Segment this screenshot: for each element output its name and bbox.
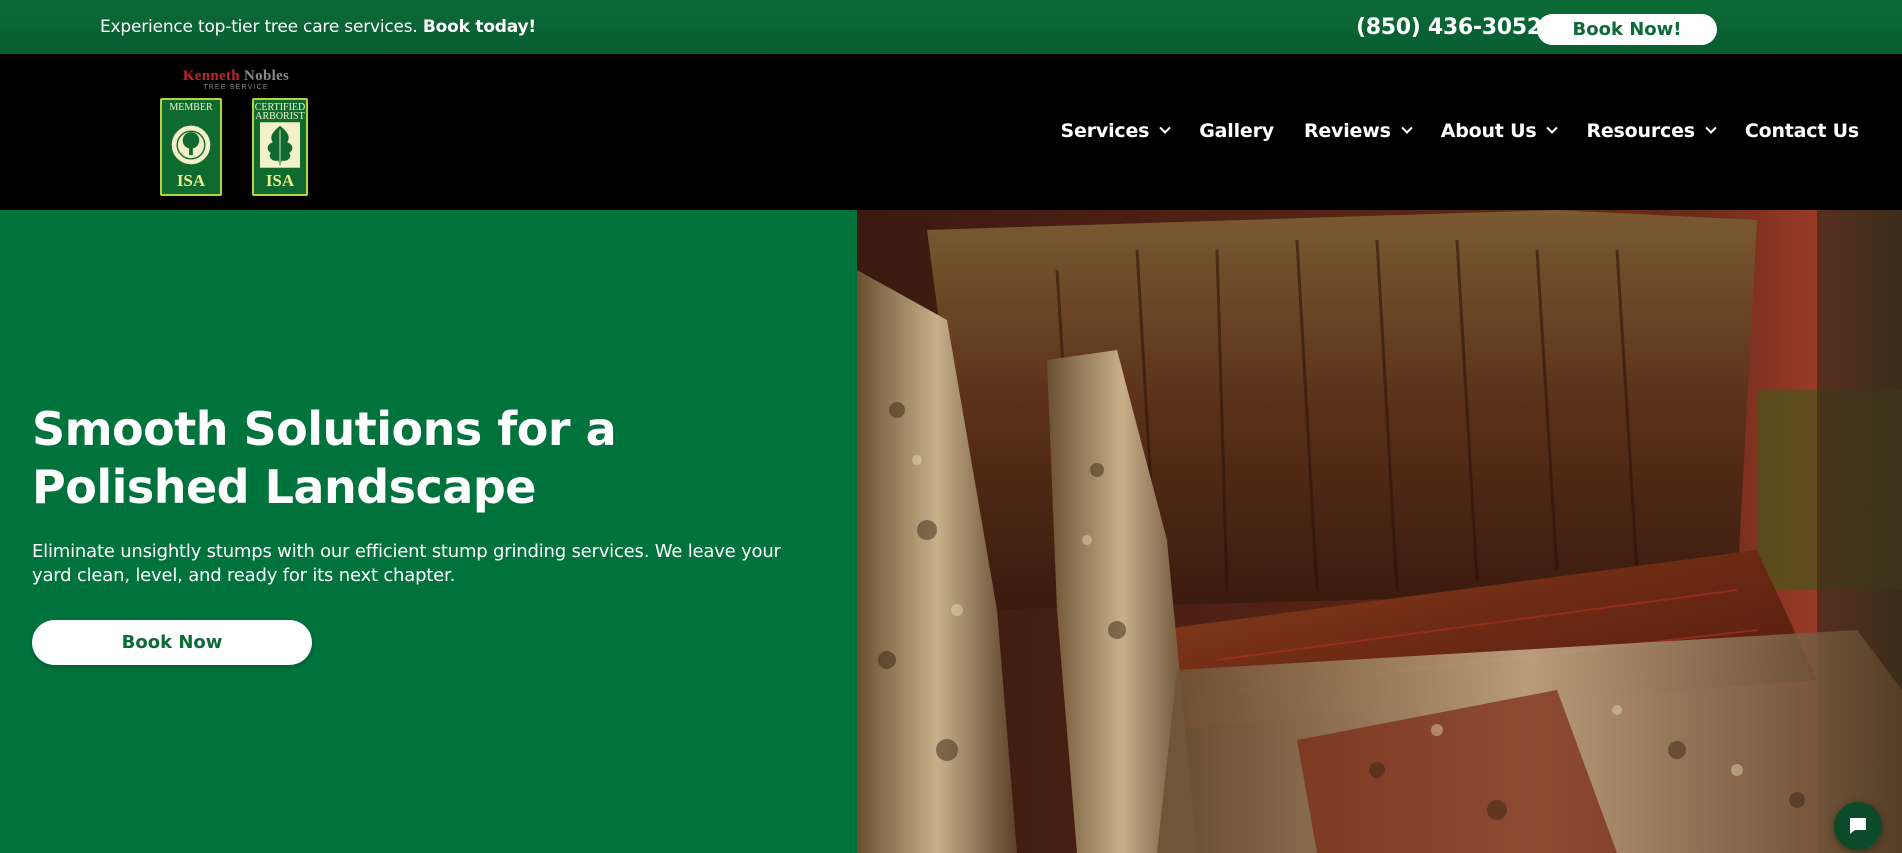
hero-title: Smooth Solutions for a Polished Landscap… xyxy=(32,402,617,514)
nav-item-about-us[interactable]: About Us xyxy=(1440,120,1559,142)
top-bar: Experience top-tier tree care services. … xyxy=(0,0,1902,54)
chevron-down-icon xyxy=(1159,122,1171,134)
nav-item-label: Reviews xyxy=(1303,120,1391,142)
tree-seal-icon xyxy=(169,123,213,167)
hero-book-now-button[interactable]: Book Now xyxy=(32,620,312,665)
promo-text-bold[interactable]: Book today! xyxy=(423,17,536,37)
badge-member-caption: MEMBER xyxy=(169,102,213,113)
nav-item-reviews[interactable]: Reviews xyxy=(1303,120,1413,142)
chat-bubble-icon xyxy=(1850,818,1866,834)
badge-isa-label-2: ISA xyxy=(265,171,295,190)
logo-subtitle: TREE SERVICE xyxy=(203,84,269,91)
nav-item-label: Gallery xyxy=(1199,120,1274,142)
nav-item-resources[interactable]: Resources xyxy=(1586,120,1717,142)
tree-stump-photo xyxy=(857,210,1902,853)
promo-text-regular: Experience top-tier tree care services. xyxy=(100,17,418,37)
badge-certified-caption: CERTIFIED ARBORIST xyxy=(254,103,306,122)
chevron-down-icon xyxy=(1401,122,1413,134)
chat-button[interactable] xyxy=(1834,802,1882,850)
oak-leaf-icon xyxy=(260,122,300,168)
phone-number-link[interactable]: (850) 436-3052 xyxy=(1356,15,1542,40)
nav-item-gallery[interactable]: Gallery xyxy=(1199,120,1274,142)
logo-brand-last: Nobles xyxy=(244,68,290,84)
logo-brand-first: Kenneth xyxy=(182,68,240,84)
tree-stump-image xyxy=(857,210,1902,853)
nav-item-label: About Us xyxy=(1440,120,1537,142)
isa-certified-arborist-badge: CERTIFIED ARBORIST ISA xyxy=(252,98,308,196)
hero-description: Eliminate unsightly stumps with our effi… xyxy=(32,541,781,586)
chevron-down-icon xyxy=(1705,122,1717,134)
main-navigation: Services Gallery Reviews About Us Resour… xyxy=(1060,120,1860,142)
nav-item-label: Services xyxy=(1060,120,1150,142)
chevron-down-icon xyxy=(1546,122,1559,134)
site-header: Kenneth Nobles TREE SERVICE MEMBER ISA C… xyxy=(0,54,1902,210)
badge-isa-label-1: ISA xyxy=(176,171,206,190)
hero-section: Smooth Solutions for a Polished Landscap… xyxy=(0,210,857,853)
nav-item-services[interactable]: Services xyxy=(1060,120,1171,142)
promo-text: Experience top-tier tree care services. … xyxy=(100,17,536,37)
nav-item-label: Resources xyxy=(1586,120,1695,142)
isa-member-badge: MEMBER ISA xyxy=(160,98,222,196)
nav-item-label: Contact Us xyxy=(1744,120,1859,142)
site-logo[interactable]: Kenneth Nobles TREE SERVICE MEMBER ISA C… xyxy=(160,68,320,204)
logo-brand-name: Kenneth Nobles xyxy=(160,68,312,85)
top-book-now-button[interactable]: Book Now! xyxy=(1537,14,1717,45)
nav-item-contact-us[interactable]: Contact Us xyxy=(1745,120,1859,142)
